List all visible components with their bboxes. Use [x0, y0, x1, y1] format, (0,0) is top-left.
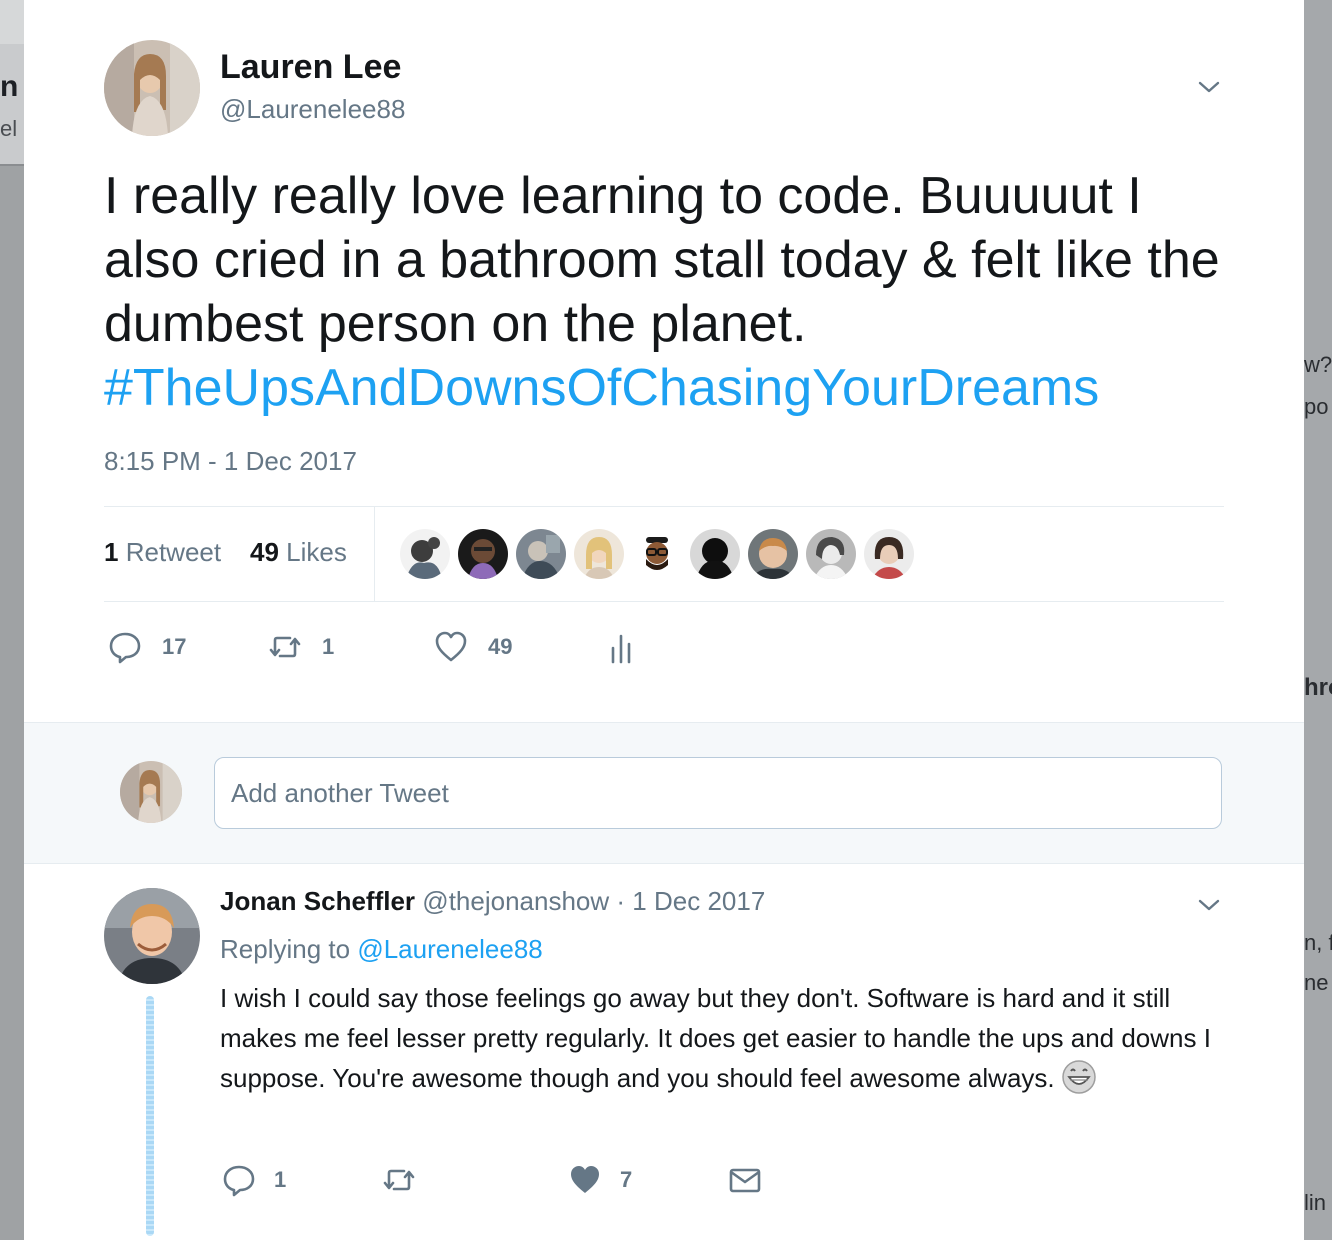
reply-reply-count: 1: [274, 1167, 287, 1192]
reply-more-options-button[interactable]: [1198, 894, 1220, 916]
author-name[interactable]: Lauren Lee: [220, 48, 401, 87]
background-right-panel: w? po hro n, f ne lin: [1304, 0, 1332, 1240]
reply-date[interactable]: 1 Dec 2017: [632, 886, 765, 916]
hashtag-link[interactable]: #TheUpsAndDownsOfChasingYourDreams: [104, 359, 1099, 417]
background-right-fragment: n, f: [1304, 930, 1332, 955]
background-right-fragment: lin: [1304, 1190, 1327, 1215]
likes-label: Likes: [286, 537, 347, 567]
tweet-stats: 1 Retweet 49 Likes: [104, 506, 1224, 602]
liker-avatar[interactable]: [516, 529, 566, 579]
replying-to-mention[interactable]: @Laurenelee88: [357, 934, 542, 964]
reply-count: 17: [162, 634, 187, 659]
liker-avatar[interactable]: [690, 529, 740, 579]
liker-avatar[interactable]: [574, 529, 624, 579]
likes-stat[interactable]: 49 Likes: [250, 537, 347, 568]
tweet-modal: Lauren Lee @Laurenelee88 I really really…: [24, 0, 1304, 1240]
background-left-fragment: n: [0, 70, 19, 103]
reply-author-avatar[interactable]: [104, 888, 200, 984]
add-tweet-input[interactable]: Add another Tweet: [214, 757, 1222, 829]
reply-author-name[interactable]: Jonan Scheffler: [220, 886, 415, 916]
author-handle[interactable]: @Laurenelee88: [220, 94, 405, 125]
tweet-text: I really really love learning to code. B…: [104, 164, 1244, 420]
retweets-count: 1: [104, 537, 119, 567]
author-avatar[interactable]: [104, 40, 200, 136]
reply-reply-button[interactable]: 1: [222, 1160, 286, 1200]
background-right-fragment: hro: [1304, 674, 1332, 701]
tweet-body: I really really love learning to code. B…: [104, 167, 1220, 353]
thread-connector: [146, 996, 154, 1236]
reply-text: I wish I could say those feelings go awa…: [220, 978, 1220, 1098]
replying-to-label: Replying to: [220, 934, 351, 964]
likes-count: 49: [250, 537, 279, 567]
envelope-icon: [729, 1168, 761, 1193]
liker-avatar[interactable]: [864, 529, 914, 579]
reply-icon: [223, 1165, 255, 1197]
tweet-actions: 17 1 49: [108, 622, 808, 672]
stats-divider: [374, 507, 375, 601]
background-right-fragment: ne: [1304, 970, 1329, 995]
analytics-button[interactable]: [604, 622, 638, 672]
chevron-down-icon: [1198, 899, 1220, 911]
reply-author-handle[interactable]: @thejonanshow: [422, 886, 609, 916]
background-left-panel: n el: [0, 44, 24, 166]
liker-avatar[interactable]: [400, 529, 450, 579]
background-left-fragment: el: [0, 116, 18, 141]
liker-avatar[interactable]: [458, 529, 508, 579]
analytics-icon: [611, 634, 631, 664]
liker-avatar[interactable]: [806, 529, 856, 579]
heart-icon: [435, 631, 467, 662]
tweet-timestamp[interactable]: 8:15 PM - 1 Dec 2017: [104, 446, 357, 477]
heart-filled-icon: [571, 1166, 599, 1193]
reply-actions: 1 7: [222, 1160, 822, 1200]
tweet-header: Lauren Lee @Laurenelee88: [104, 40, 1224, 140]
reply-icon: [109, 632, 141, 664]
chevron-down-icon: [1198, 81, 1220, 93]
background-right-fragment: w?: [1304, 352, 1332, 377]
background-right-fragment: po: [1304, 394, 1329, 419]
reply-like-button[interactable]: 7: [568, 1160, 632, 1200]
retweet-count: 1: [322, 634, 335, 659]
compose-reply-area: Add another Tweet: [24, 722, 1304, 864]
current-user-avatar[interactable]: [120, 761, 182, 823]
reply-button[interactable]: 17: [108, 622, 186, 672]
replying-to: Replying to @Laurenelee88: [220, 934, 543, 965]
like-count: 49: [488, 634, 513, 659]
direct-message-button[interactable]: [728, 1160, 762, 1200]
reply-like-count: 7: [620, 1167, 633, 1192]
liker-avatar[interactable]: [632, 529, 682, 579]
reply-retweet-button[interactable]: [382, 1160, 416, 1200]
reply-header: Jonan Scheffler @thejonanshow · 1 Dec 20…: [220, 886, 765, 917]
reply-tweet: Jonan Scheffler @thejonanshow · 1 Dec 20…: [24, 862, 1304, 1240]
retweet-button[interactable]: 1: [268, 622, 334, 672]
like-button[interactable]: 49: [434, 622, 512, 672]
retweets-label: Retweet: [125, 537, 222, 567]
more-options-button[interactable]: [1198, 76, 1220, 98]
liker-avatar[interactable]: [748, 529, 798, 579]
grinning-face-emoji-icon: [1061, 1059, 1097, 1095]
retweets-stat[interactable]: 1 Retweet: [104, 537, 221, 568]
retweet-icon: [269, 636, 301, 658]
retweet-icon: [383, 1169, 415, 1191]
reply-separator: ·: [616, 886, 626, 916]
